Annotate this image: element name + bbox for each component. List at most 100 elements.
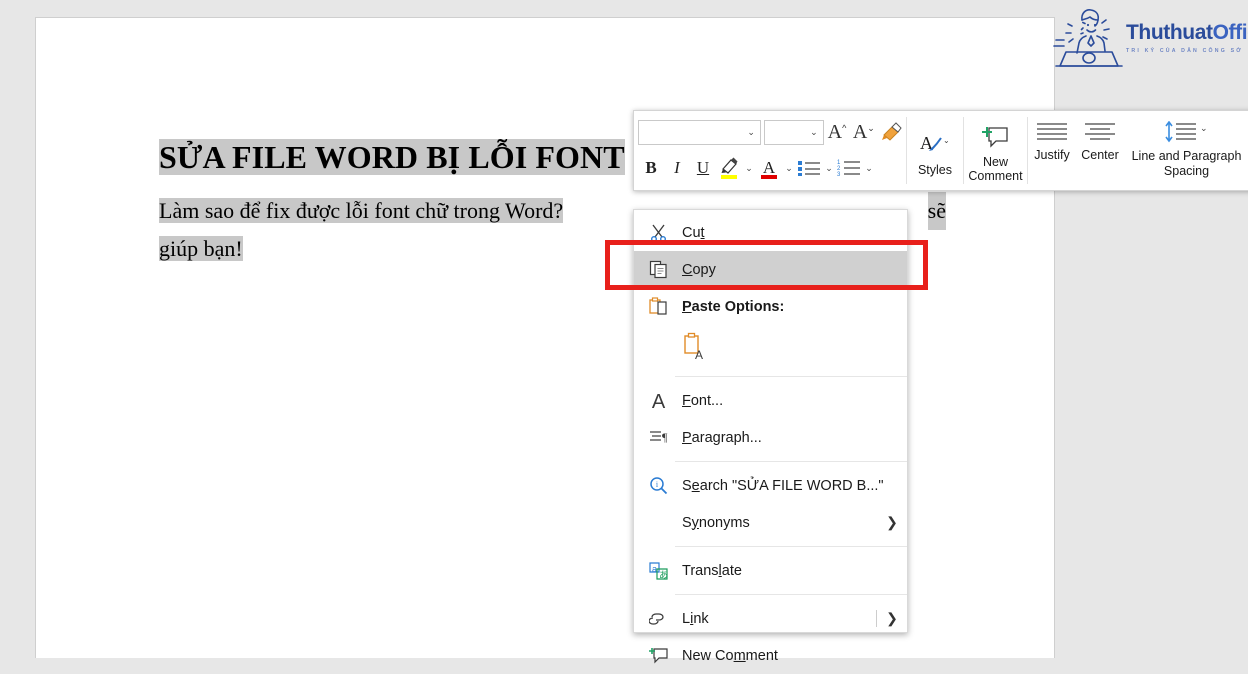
center-icon: [1083, 121, 1117, 145]
font-color-button[interactable]: A: [756, 154, 782, 182]
styles-icon: A ⌄: [918, 132, 952, 158]
paste-options-gallery: A: [634, 325, 907, 371]
font-name-combobox[interactable]: ⌄: [638, 120, 761, 145]
menu-item-link-label: Link: [682, 611, 877, 627]
search-icon: i: [634, 476, 682, 495]
font-color-dropdown[interactable]: ⌄: [782, 154, 796, 182]
svg-text:3: 3: [837, 172, 841, 178]
logo-text-block: ThuthuatOffice TRI KỶ CỦA DÂN CÔNG SỞ: [1126, 22, 1248, 54]
styles-button[interactable]: A ⌄ Styles: [907, 111, 963, 190]
svg-text:⌄: ⌄: [1200, 123, 1208, 133]
line-spacing-icon: ⌄: [1160, 121, 1214, 145]
svg-text:A: A: [651, 391, 665, 410]
document-paragraph-line1-tail: sẽ: [928, 192, 946, 230]
thuthuatoffice-logo: ThuthuatOffice TRI KỶ CỦA DÂN CÔNG SỞ: [1052, 4, 1248, 72]
font-size-combobox[interactable]: ⌄: [764, 120, 824, 145]
caret-down-icon: ⌄: [867, 123, 875, 134]
menu-item-new-comment-label: New Comment: [682, 648, 907, 664]
bullets-dropdown[interactable]: ⌄: [822, 154, 836, 182]
menu-separator: [675, 461, 907, 462]
italic-button[interactable]: I: [664, 154, 690, 182]
paste-options-icon: [634, 297, 682, 316]
caret-up-icon: ^: [842, 123, 846, 133]
menu-item-cut[interactable]: Cut: [634, 214, 907, 251]
font-row-top: ⌄ ⌄ A^ A⌄: [638, 118, 906, 146]
numbering-button[interactable]: 1 2 3: [836, 154, 862, 182]
menu-item-link[interactable]: Link ❯: [634, 600, 907, 637]
menu-separator: [675, 376, 907, 377]
logo-illustration-icon: [1052, 6, 1124, 70]
grow-font-label: A: [828, 121, 842, 144]
svg-text:⌄: ⌄: [943, 136, 950, 145]
menu-separator: [675, 546, 907, 547]
menu-item-translate-label: Translate: [682, 563, 907, 579]
menu-item-paste-options-label: Paste Options:: [682, 299, 907, 315]
center-label: Center: [1081, 148, 1119, 162]
copy-icon: [634, 260, 682, 279]
svg-text:a: a: [652, 564, 657, 574]
font-color-icon: A: [758, 156, 780, 180]
logo-brand: Thuthuat: [1126, 21, 1213, 44]
text-highlight-color-icon: [718, 156, 740, 180]
chevron-down-icon: ⌄: [745, 163, 753, 174]
new-comment-label: NewComment: [968, 155, 1022, 183]
link-icon: [634, 609, 682, 628]
new-comment-button[interactable]: NewComment: [964, 111, 1027, 190]
font-a-icon: A: [634, 391, 682, 410]
document-paragraph-line2: giúp bạn!: [159, 236, 243, 261]
bullets-button[interactable]: [796, 154, 822, 182]
menu-item-search[interactable]: i Search "SỬA FILE WORD B...": [634, 467, 907, 504]
svg-text:A: A: [763, 158, 776, 177]
chevron-down-icon: ⌄: [785, 163, 793, 174]
line-and-paragraph-spacing-button[interactable]: ⌄ Line and ParagraphSpacing: [1124, 111, 1248, 190]
document-paragraph-line1: Làm sao để fix được lỗi font chữ trong W…: [159, 198, 563, 223]
justify-button[interactable]: Justify: [1028, 121, 1076, 162]
chevron-down-icon: ⌄: [865, 163, 873, 174]
new-comment-icon: [982, 124, 1010, 150]
svg-text:A: A: [695, 348, 703, 360]
context-menu[interactable]: Cut Copy Paste Options: A: [633, 209, 908, 633]
menu-item-copy[interactable]: Copy: [634, 251, 907, 288]
menu-item-paragraph[interactable]: ¶ Paragraph...: [634, 419, 907, 456]
numbering-dropdown[interactable]: ⌄: [862, 154, 876, 182]
format-painter-button[interactable]: [877, 119, 906, 145]
text-highlight-color-dropdown[interactable]: ⌄: [742, 154, 756, 182]
grow-font-button[interactable]: A^: [824, 119, 851, 145]
menu-item-font-label: Font...: [682, 393, 907, 409]
center-button[interactable]: Center: [1076, 121, 1124, 162]
menu-item-copy-label: Copy: [682, 262, 907, 278]
font-row-bottom: B I U ⌄ A ⌄: [638, 150, 906, 186]
svg-text:¶: ¶: [662, 430, 668, 444]
bullets-icon: [797, 158, 821, 178]
logo-tagline: TRI KỶ CỦA DÂN CÔNG SỞ: [1126, 48, 1248, 54]
format-painter-icon: [881, 122, 903, 142]
underline-button[interactable]: U: [690, 154, 716, 182]
menu-item-translate[interactable]: a あ Translate: [634, 552, 907, 589]
new-comment-icon-wrap: [982, 122, 1010, 152]
shrink-font-button[interactable]: A⌄: [850, 119, 877, 145]
menu-item-paste-options: Paste Options:: [634, 288, 907, 325]
styles-label: Styles: [918, 163, 952, 177]
menu-item-new-comment[interactable]: New Comment: [634, 637, 907, 674]
chevron-down-icon: ⌄: [810, 128, 818, 137]
translate-icon: a あ: [634, 561, 682, 580]
chevron-down-icon: ⌄: [747, 128, 755, 137]
justify-label: Justify: [1034, 148, 1069, 162]
shrink-font-label: A: [853, 121, 867, 144]
menu-item-divider: [876, 610, 877, 627]
mini-floating-toolbar[interactable]: ⌄ ⌄ A^ A⌄ B I U: [633, 110, 1248, 191]
menu-item-synonyms[interactable]: Synonyms ❯: [634, 504, 907, 541]
keep-text-only-icon[interactable]: A: [682, 332, 708, 365]
menu-separator: [675, 594, 907, 595]
font-group: ⌄ ⌄ A^ A⌄ B I U: [634, 111, 906, 190]
text-highlight-color-button[interactable]: [716, 154, 742, 182]
line-spacing-label-line1: Line and Paragraph: [1132, 149, 1242, 163]
menu-item-font[interactable]: A Font...: [634, 382, 907, 419]
logo-wordmark: ThuthuatOffice: [1126, 22, 1248, 44]
svg-text:i: i: [655, 480, 658, 489]
styles-icon-wrap: A ⌄: [918, 130, 952, 160]
new-comment-label-line2: Comment: [968, 169, 1022, 183]
chevron-right-icon: ❯: [877, 610, 907, 627]
bold-button[interactable]: B: [638, 154, 664, 182]
logo-brand-accent: Office: [1213, 21, 1248, 44]
